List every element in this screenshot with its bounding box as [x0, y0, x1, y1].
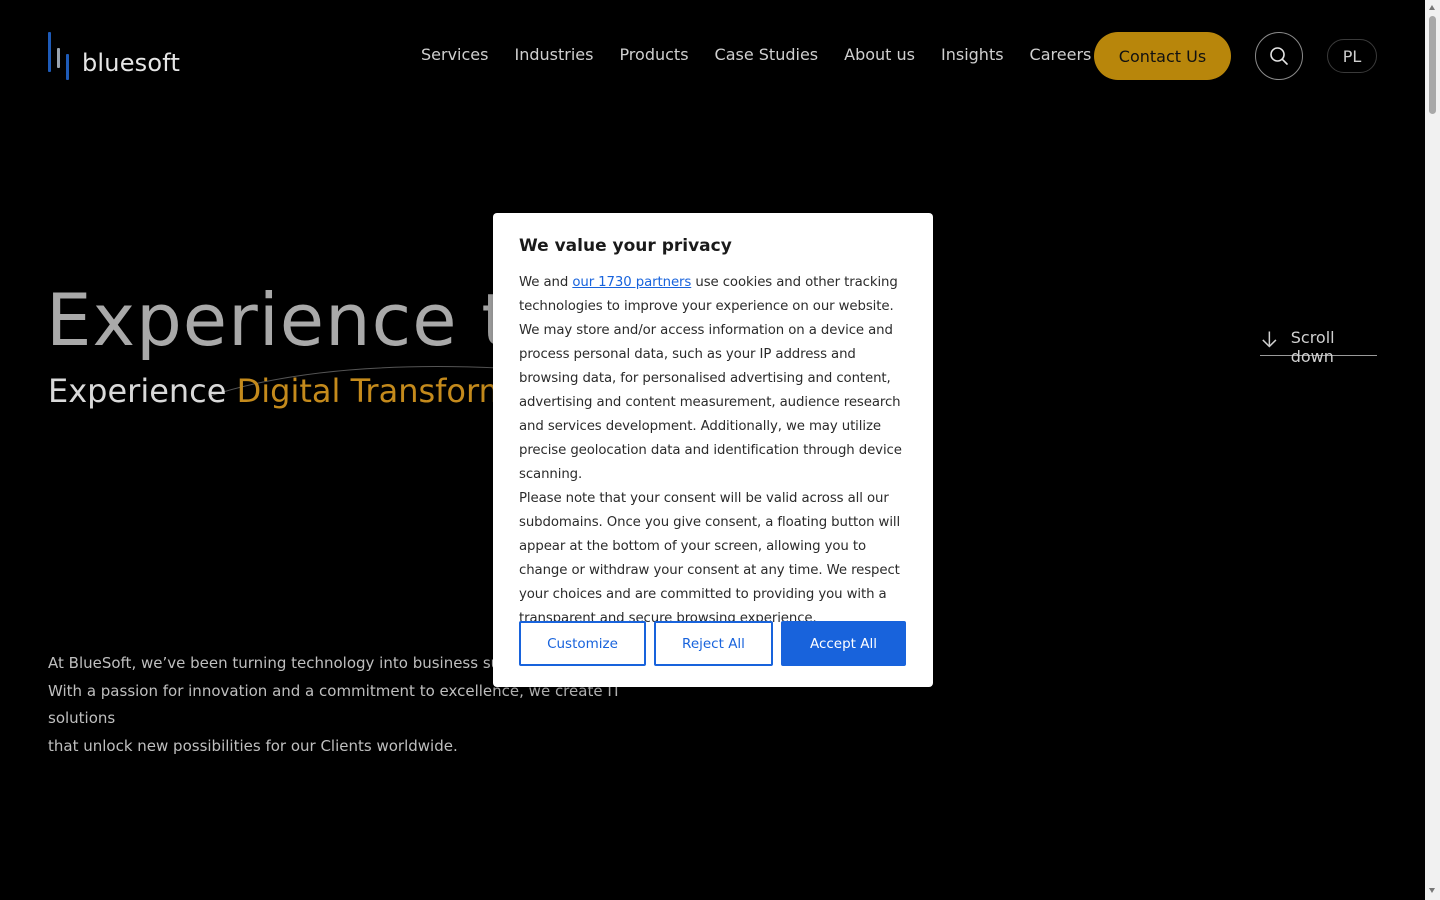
hero-title: Experience th [46, 278, 558, 362]
accept-all-button[interactable]: Accept All [781, 621, 906, 666]
customize-button[interactable]: Customize [519, 621, 646, 666]
hero-subtitle: Experience Digital Transformat [48, 372, 542, 410]
search-button[interactable] [1255, 32, 1303, 80]
scroll-down-link[interactable]: Scroll down [1260, 328, 1377, 366]
logo-mark-icon [48, 32, 72, 80]
cookie-text-prefix: We and [519, 275, 573, 290]
nav-insights[interactable]: Insights [928, 44, 1017, 66]
arrow-down-icon [1262, 331, 1277, 348]
intro-line: that unlock new possibilities for our Cl… [48, 736, 458, 755]
nav-industries[interactable]: Industries [501, 44, 606, 66]
main-nav: Services Industries Products Case Studie… [408, 44, 1104, 66]
hero-subtitle-prefix: Experience [48, 372, 237, 410]
nav-case-studies[interactable]: Case Studies [702, 44, 832, 66]
cookie-text-body: use cookies and other tracking technolog… [519, 275, 902, 482]
contact-us-button[interactable]: Contact Us [1094, 32, 1231, 80]
logo-text: bluesoft [82, 49, 181, 77]
scrollbar-thumb[interactable] [1429, 16, 1436, 114]
nav-services[interactable]: Services [408, 44, 501, 66]
partners-link[interactable]: our 1730 partners [572, 275, 691, 290]
nav-products[interactable]: Products [606, 44, 701, 66]
page: bluesoft Services Industries Products Ca… [0, 0, 1425, 900]
bluesoft-logo[interactable]: bluesoft [48, 32, 180, 80]
page-scrollbar[interactable] [1425, 0, 1440, 900]
cookie-consent-dialog: We value your privacy We and our 1730 pa… [493, 213, 933, 687]
reject-all-button[interactable]: Reject All [654, 621, 773, 666]
cookie-dialog-title: We value your privacy [519, 236, 732, 256]
cookie-dialog-text: We and our 1730 partners use cookies and… [519, 271, 907, 487]
cookie-dialog-text-2: Please note that your consent will be va… [519, 491, 901, 626]
nav-careers[interactable]: Careers [1017, 44, 1105, 66]
cookie-dialog-buttons: Customize Reject All Accept All [519, 621, 906, 666]
search-icon [1270, 47, 1288, 65]
nav-about-us[interactable]: About us [831, 44, 928, 66]
scroll-down-label: Scroll down [1290, 328, 1335, 366]
language-switch-button[interactable]: PL [1327, 39, 1377, 73]
scroll-up-arrow-icon[interactable] [1429, 5, 1435, 10]
scroll-down-arrow-icon[interactable] [1429, 888, 1435, 893]
